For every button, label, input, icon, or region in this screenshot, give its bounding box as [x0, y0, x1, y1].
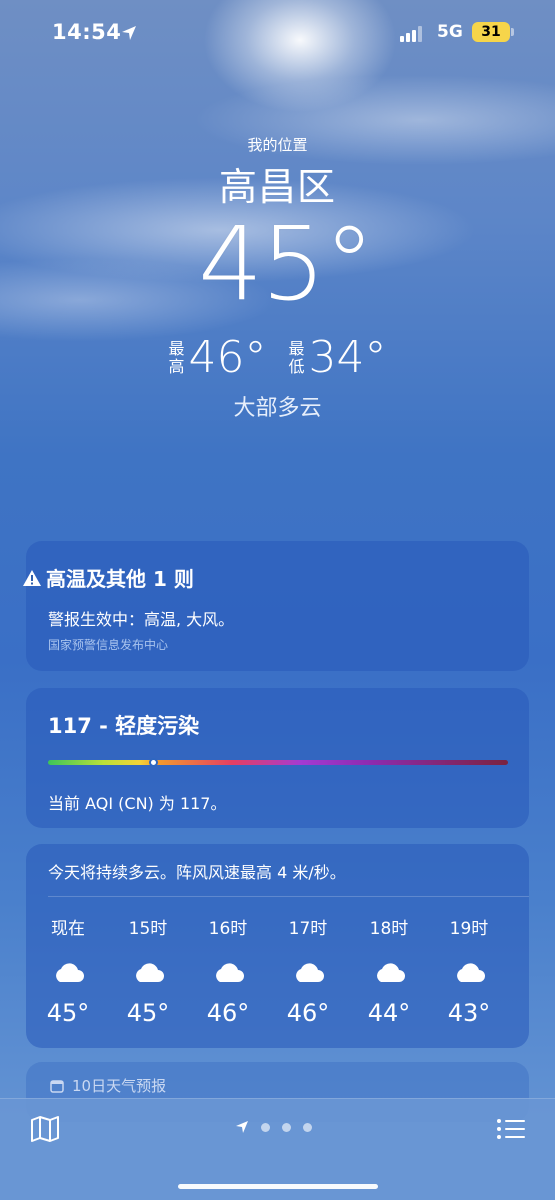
hour-label: 18时 — [369, 919, 409, 939]
low-label: 最 低 — [288, 338, 305, 376]
calendar-icon — [50, 1079, 64, 1093]
alert-source-link[interactable]: 国家预警信息发布中心 — [48, 636, 168, 653]
hour-temperature: 43° — [447, 999, 491, 1027]
hour-label: 16时 — [208, 919, 248, 939]
hour-label: 现在 — [51, 919, 85, 939]
low-label-char-1: 最 — [288, 338, 305, 358]
ten-day-forecast-label: 10日天气预报 — [72, 1077, 167, 1095]
hourly-summary: 今天将持续多云。阵风风速最高 4 米/秒。 — [48, 863, 346, 882]
hour-column: 17时 46° — [268, 914, 348, 1027]
page-dot[interactable] — [261, 1122, 270, 1132]
hour-column: 16时 46° — [188, 914, 268, 1027]
hour-label: 15时 — [128, 919, 168, 939]
weather-condition: 大部多云 — [233, 396, 322, 421]
cloud-icon — [377, 963, 405, 982]
high-label: 最 高 — [168, 338, 185, 376]
alert-title-text: 高温及其他 1 则 — [46, 567, 194, 591]
hour-label: 19时 — [449, 919, 489, 939]
location-page-icon[interactable] — [235, 1120, 249, 1134]
page-indicator[interactable] — [235, 1120, 312, 1134]
aqi-description: 当前 AQI (CN) 为 117。 — [48, 794, 227, 813]
battery-indicator: 31 — [472, 22, 510, 42]
hour-temperature: 45° — [126, 999, 170, 1027]
cloud-icon — [136, 963, 164, 982]
cloud-icon — [296, 963, 324, 982]
hour-label: 17时 — [288, 919, 328, 939]
hour-temperature: 46° — [286, 999, 330, 1027]
hour-column: 18时 44° — [349, 914, 429, 1027]
signal-icon — [400, 26, 422, 42]
my-location-label: 我的位置 — [247, 136, 308, 154]
page-dot[interactable] — [303, 1122, 312, 1132]
hour-column: 现在 45° — [28, 914, 108, 1027]
page-dot[interactable] — [282, 1122, 291, 1132]
warning-icon — [23, 569, 41, 586]
home-indicator[interactable] — [178, 1184, 378, 1189]
high-label-char-1: 最 — [168, 338, 185, 358]
ten-day-forecast-title: 10日天气预报 — [50, 1075, 166, 1096]
high-label-char-2: 高 — [168, 356, 185, 376]
alert-body: 警报生效中：高温, 大风。 — [48, 610, 235, 629]
city-name: 高昌区 — [218, 165, 336, 209]
hour-column: 15时 45° — [108, 914, 188, 1027]
cloud-icon — [216, 963, 244, 982]
cloud-icon — [457, 963, 485, 982]
cloud-icon — [56, 963, 84, 982]
hourly-divider — [48, 896, 529, 897]
high-temperature-group: 最 高 46° — [168, 332, 266, 383]
hour-temperature: 45° — [46, 999, 90, 1027]
aqi-scale-bar — [48, 760, 508, 765]
map-icon[interactable] — [30, 1116, 60, 1142]
hour-temperature: 44° — [367, 999, 411, 1027]
status-time: 14:54 — [52, 20, 122, 44]
hour-column: 19时 43° — [429, 914, 509, 1027]
aqi-title: 117 - 轻度污染 — [48, 714, 200, 738]
current-temperature: 45° — [198, 205, 375, 324]
hour-temperature: 46° — [206, 999, 250, 1027]
low-temperature: 34° — [308, 332, 387, 383]
list-icon[interactable] — [496, 1117, 526, 1141]
high-temperature: 46° — [188, 332, 267, 383]
alert-title: 高温及其他 1 则 — [22, 563, 194, 592]
low-temperature-group: 最 低 34° — [289, 332, 387, 383]
network-type: 5G — [437, 22, 463, 42]
status-bar: 14:54 5G 31 — [0, 0, 555, 66]
location-arrow-icon — [122, 26, 136, 40]
low-label-char-2: 低 — [288, 356, 305, 376]
battery-cap — [511, 28, 514, 36]
high-low-temperatures: 最 高 46° 最 低 34° — [0, 332, 555, 383]
